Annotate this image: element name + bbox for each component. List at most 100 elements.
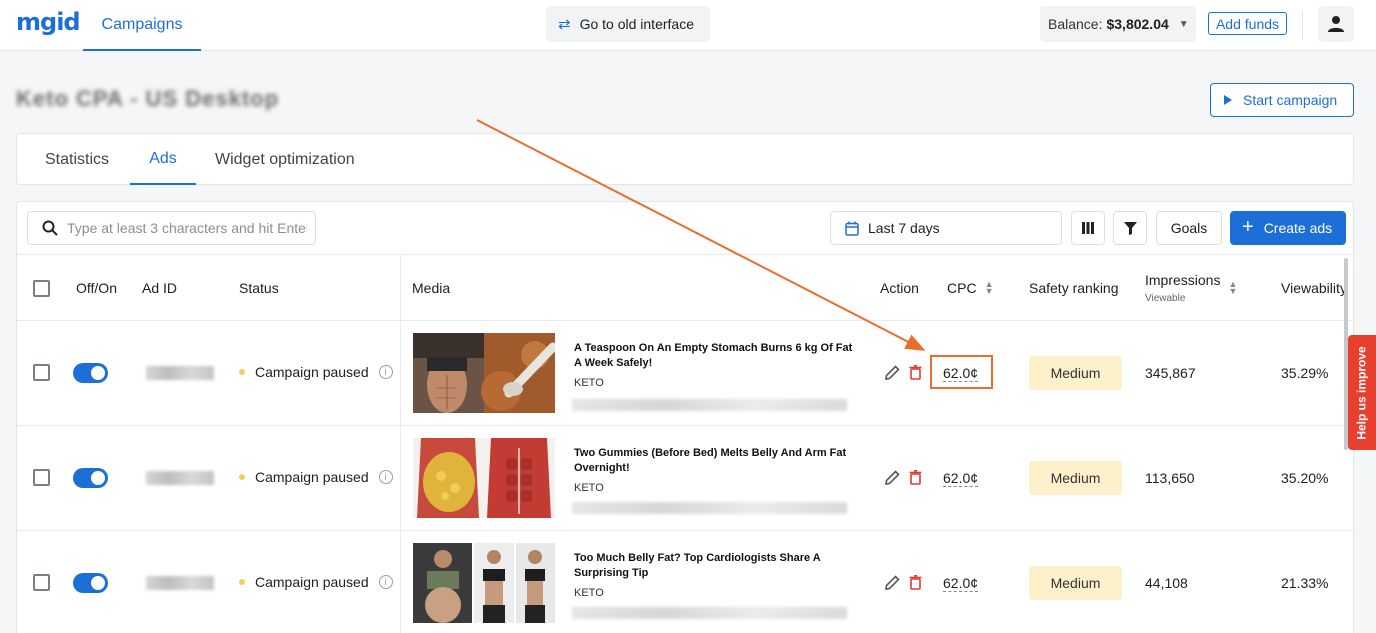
ad-toggle[interactable] xyxy=(73,573,108,593)
ad-title: A Teaspoon On An Empty Stomach Burns 6 k… xyxy=(574,342,853,369)
balance-dropdown[interactable]: Balance: $3,802.04 ▼ xyxy=(1040,6,1196,42)
search-icon xyxy=(42,220,58,236)
date-range-picker[interactable]: Last 7 days xyxy=(830,211,1062,245)
date-range-label: Last 7 days xyxy=(868,220,940,236)
ad-url-redacted xyxy=(572,399,847,411)
row-checkbox[interactable] xyxy=(33,469,50,486)
select-all-checkbox[interactable] xyxy=(33,280,50,297)
ad-status: Campaign paused i xyxy=(239,364,393,380)
search-box[interactable] xyxy=(27,211,316,245)
goals-button[interactable]: Goals xyxy=(1156,211,1222,245)
campaign-tabs: Statistics Ads Widget optimization xyxy=(16,133,1354,185)
mgid-logo[interactable]: mgid xyxy=(16,8,81,36)
status-dot xyxy=(239,474,245,480)
info-icon[interactable]: i xyxy=(378,470,393,484)
ad-status: Campaign paused i xyxy=(239,574,393,590)
filter-icon xyxy=(1123,221,1137,235)
col-impressions-label: Impressions xyxy=(1145,272,1221,288)
col-ad-id[interactable]: Ad ID xyxy=(142,255,177,321)
col-media: Media xyxy=(412,280,451,296)
ad-toggle[interactable] xyxy=(73,468,108,488)
ad-category: KETO xyxy=(574,377,604,389)
viewability-value: 35.29% xyxy=(1281,365,1329,381)
info-icon[interactable]: i xyxy=(378,365,393,379)
edit-icon[interactable] xyxy=(885,365,900,383)
ad-url-redacted xyxy=(572,502,847,514)
page-title: Keto CPA - US Desktop xyxy=(16,86,280,111)
col-impressions[interactable]: Impressions Viewable ▲ ▼ xyxy=(1145,255,1237,321)
edit-icon[interactable] xyxy=(885,470,900,488)
balance-label: Balance: xyxy=(1048,16,1103,32)
status-text: Campaign paused xyxy=(255,364,369,380)
ad-thumbnail[interactable] xyxy=(413,543,555,623)
ad-image xyxy=(413,438,555,518)
ad-title: Too Much Belly Fat? Top Cardiologists Sh… xyxy=(574,552,821,579)
safety-badge: Medium xyxy=(1029,461,1122,495)
safety-badge: Medium xyxy=(1029,566,1122,600)
edit-icon[interactable] xyxy=(885,575,900,593)
cpc-value[interactable]: 62.0¢ xyxy=(943,470,979,487)
user-icon xyxy=(1328,16,1344,32)
sort-icon: ▲ ▼ xyxy=(984,279,994,296)
help-us-improve-label: Help us improve xyxy=(1355,345,1370,440)
col-impressions-stack: Impressions Viewable xyxy=(1145,272,1220,304)
ad-title: Two Gummies (Before Bed) Melts Belly And… xyxy=(574,447,847,474)
calendar-icon xyxy=(845,221,859,236)
plus-icon: + xyxy=(1242,216,1254,238)
top-bar: mgid Campaigns ⇄ Go to old interface Bal… xyxy=(0,0,1376,51)
col-viewability: Viewability xyxy=(1281,280,1347,296)
viewability-value: 21.33% xyxy=(1281,575,1329,591)
play-icon xyxy=(1224,95,1232,105)
table-row: Campaign paused i A Teaspoon On An Empty… xyxy=(17,321,1353,426)
ad-thumbnail[interactable] xyxy=(413,438,555,518)
ad-image xyxy=(413,543,555,623)
columns-button[interactable] xyxy=(1071,211,1105,245)
impressions-value: 113,650 xyxy=(1145,470,1195,486)
help-us-improve-tab[interactable]: Help us improve xyxy=(1348,335,1376,450)
columns-icon xyxy=(1082,222,1094,234)
delete-icon[interactable] xyxy=(909,575,922,593)
impressions-value: 345,867 xyxy=(1145,365,1196,381)
col-cpc[interactable]: CPC ▲ ▼ xyxy=(947,255,993,321)
status-text: Campaign paused xyxy=(255,469,369,485)
ad-toggle[interactable] xyxy=(73,363,108,383)
user-menu-button[interactable] xyxy=(1318,6,1354,42)
ad-url-redacted xyxy=(572,607,847,619)
search-input[interactable] xyxy=(67,220,307,236)
cpc-highlight-box xyxy=(930,355,993,389)
add-funds-button[interactable]: Add funds xyxy=(1208,12,1287,35)
delete-icon[interactable] xyxy=(909,470,922,488)
ad-id-redacted xyxy=(146,576,214,590)
col-action: Action xyxy=(880,280,919,296)
swap-arrows-icon: ⇄ xyxy=(558,16,571,33)
tab-statistics[interactable]: Statistics xyxy=(45,134,109,185)
ad-id-redacted xyxy=(146,366,214,380)
create-ads-label: Create ads xyxy=(1263,220,1333,236)
viewability-value: 35.20% xyxy=(1281,470,1329,486)
col-safety-ranking: Safety ranking xyxy=(1029,280,1119,296)
start-campaign-button[interactable]: Start campaign xyxy=(1210,83,1354,117)
delete-icon[interactable] xyxy=(909,365,922,383)
filter-button[interactable] xyxy=(1113,211,1147,245)
ad-status: Campaign paused i xyxy=(239,469,393,485)
balance-value: $3,802.04 xyxy=(1106,16,1169,32)
tab-ads[interactable]: Ads xyxy=(130,134,196,185)
go-to-old-interface-button[interactable]: ⇄ Go to old interface xyxy=(546,6,710,42)
safety-badge: Medium xyxy=(1029,356,1122,390)
row-checkbox[interactable] xyxy=(33,574,50,591)
col-status: Status xyxy=(239,280,279,296)
ad-image xyxy=(413,333,555,413)
ad-thumbnail[interactable] xyxy=(413,333,555,413)
info-icon[interactable]: i xyxy=(378,575,393,589)
table-header: Off/On Ad ID Status Media Action CPC ▲ ▼ … xyxy=(17,254,1353,321)
old-interface-label: Go to old interface xyxy=(579,16,694,32)
tab-widget-optimization[interactable]: Widget optimization xyxy=(215,134,355,185)
nav-campaigns[interactable]: Campaigns xyxy=(83,0,201,51)
cpc-value[interactable]: 62.0¢ xyxy=(943,575,979,592)
row-checkbox[interactable] xyxy=(33,364,50,381)
col-off-on: Off/On xyxy=(76,280,117,296)
ad-category: KETO xyxy=(574,587,604,599)
create-ads-button[interactable]: + Create ads xyxy=(1230,211,1346,245)
ads-panel: Last 7 days Goals + Create ads Off/On Ad… xyxy=(16,201,1354,633)
table-row: Campaign paused i Too Much Belly Fat? To… xyxy=(17,531,1353,633)
